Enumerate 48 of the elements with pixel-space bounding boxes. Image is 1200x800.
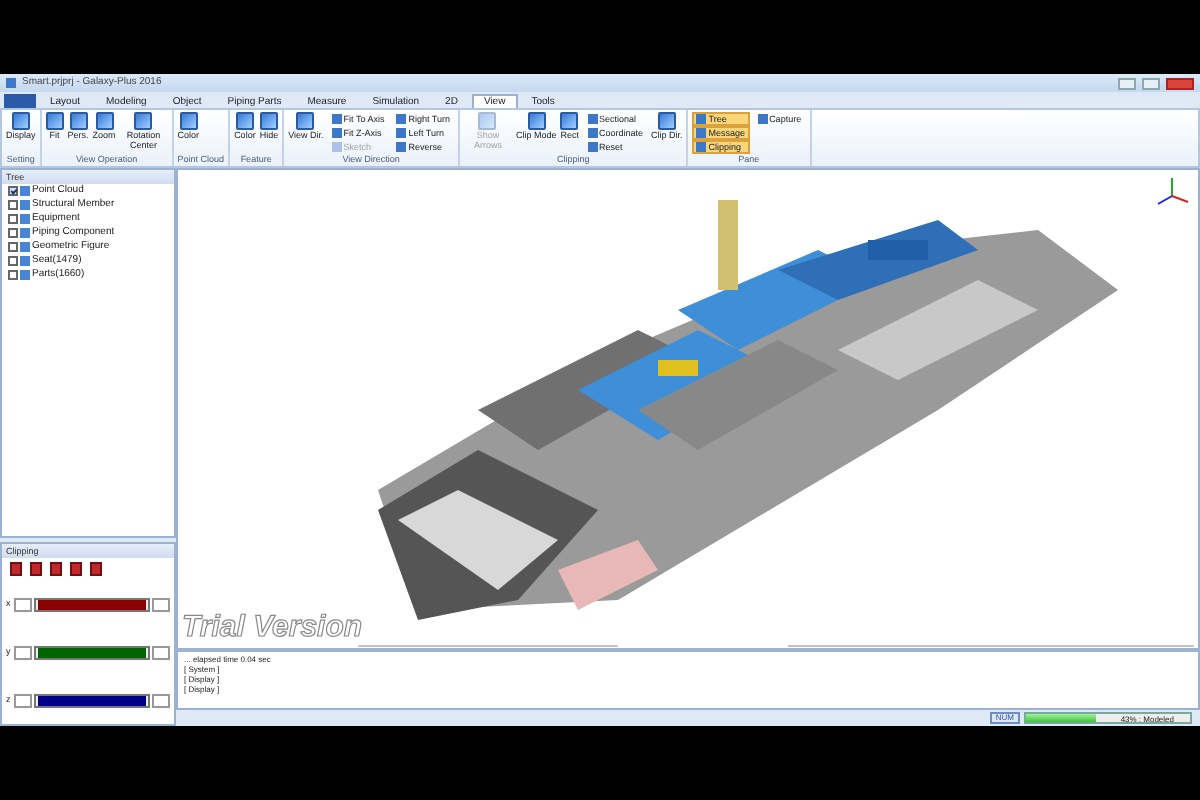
square-icon xyxy=(396,128,407,138)
arrow-button[interactable] xyxy=(14,693,32,707)
tree-checkbox[interactable] xyxy=(8,256,18,266)
square-icon xyxy=(179,112,198,130)
arrow-button[interactable] xyxy=(14,597,32,611)
tree-checkbox[interactable] xyxy=(8,270,18,280)
square-icon xyxy=(527,112,546,130)
square-icon xyxy=(757,114,768,124)
square-icon xyxy=(587,142,598,152)
square-icon xyxy=(331,142,342,152)
close-button[interactable] xyxy=(1166,77,1194,89)
arrow-button[interactable] xyxy=(152,645,170,659)
square-icon xyxy=(587,114,598,124)
axis-triad-icon xyxy=(1157,177,1189,205)
arrow-button[interactable] xyxy=(152,597,170,611)
square-icon xyxy=(478,112,497,130)
tree-checkbox[interactable] xyxy=(8,200,18,210)
tree-checkbox[interactable] xyxy=(8,214,18,224)
square-icon xyxy=(396,142,407,152)
square-icon xyxy=(134,112,153,130)
square-icon xyxy=(657,112,676,130)
square-icon xyxy=(11,112,30,130)
maximize-button[interactable] xyxy=(1142,77,1160,89)
square-icon xyxy=(696,114,707,124)
square-icon xyxy=(331,114,342,124)
square-icon xyxy=(696,128,707,138)
square-icon xyxy=(696,142,707,152)
square-icon xyxy=(69,112,88,130)
range-slider[interactable] xyxy=(38,647,146,657)
arrow-button[interactable] xyxy=(152,693,170,707)
square-icon xyxy=(296,112,315,130)
minimize-button[interactable] xyxy=(1118,77,1136,89)
tree-checkbox[interactable] xyxy=(8,228,18,238)
tree-checkbox[interactable] xyxy=(8,186,18,196)
square-icon xyxy=(45,112,64,130)
arrow-button[interactable] xyxy=(14,645,32,659)
square-icon xyxy=(331,128,342,138)
trial-version-label: Trial Version xyxy=(182,609,363,644)
square-icon xyxy=(396,114,407,124)
square-icon xyxy=(95,112,114,130)
app-icon xyxy=(6,78,16,88)
range-slider[interactable] xyxy=(38,695,146,705)
tree-checkbox[interactable] xyxy=(8,242,18,252)
square-icon xyxy=(259,112,278,130)
square-icon xyxy=(587,128,598,138)
square-icon xyxy=(235,112,254,130)
range-slider[interactable] xyxy=(38,599,146,609)
square-icon xyxy=(560,112,579,130)
